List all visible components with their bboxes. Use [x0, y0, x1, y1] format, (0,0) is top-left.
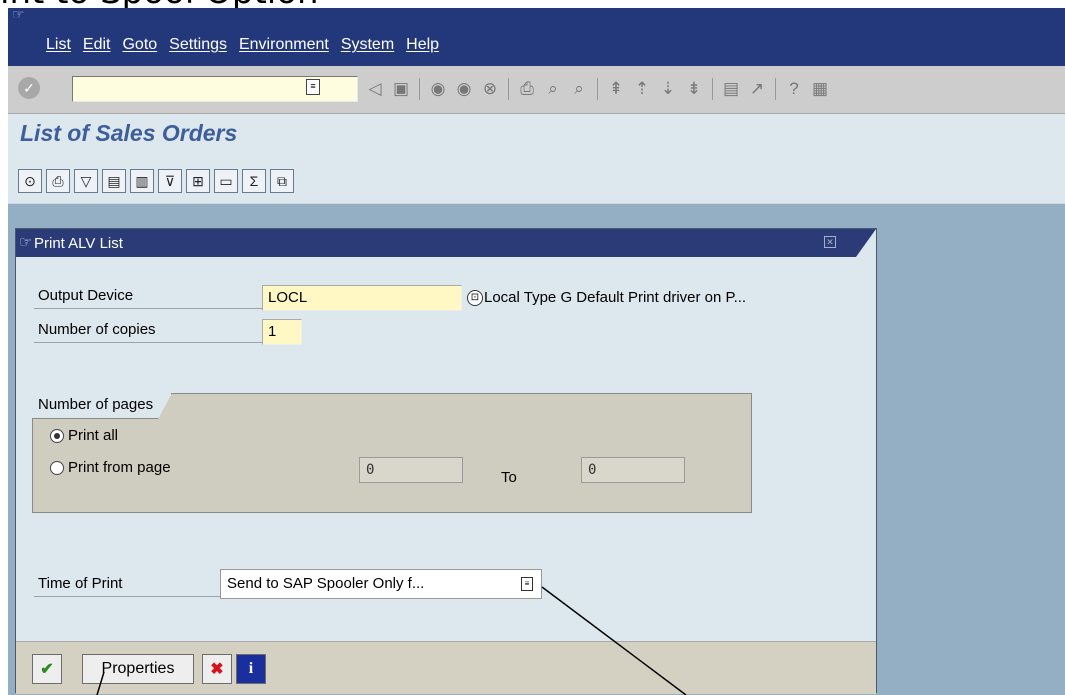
output-device-description: Local Type G Default Print driver on P..…: [484, 289, 747, 306]
enter-button[interactable]: ✓: [18, 77, 40, 99]
last-page-icon[interactable]: ⇟: [681, 76, 707, 102]
details-icon[interactable]: ⊙: [18, 169, 42, 193]
slide-title: int to Spool Option: [0, 0, 319, 9]
print-dialog: ☞ Print ALV List ✕ Output Device LOCL ⊡ …: [15, 228, 877, 694]
menu: List Edit Goto Settings Environment Syst…: [46, 35, 439, 55]
print-all-radio[interactable]: [50, 429, 64, 443]
export-icon[interactable]: ▤: [102, 169, 126, 193]
back-arrow-icon[interactable]: ◁: [362, 76, 388, 102]
find-next-icon[interactable]: ⌕: [566, 76, 592, 102]
page-title: List of Sales Orders: [20, 120, 238, 146]
toolbar-icons: ◁ ▣ ◉ ◉ ⊗ ⎙ ⌕ ⌕ ⇞ ⇡ ⇣ ⇟ ▤ ↗ ? ▦: [362, 76, 833, 102]
window-menu-icon[interactable]: ☞: [12, 8, 25, 23]
previous-page-icon[interactable]: ⇡: [629, 76, 655, 102]
save-icon[interactable]: ▣: [388, 76, 414, 102]
number-of-pages-group: Number of pages: [32, 393, 752, 513]
toolbar-separator: [419, 78, 420, 100]
toolbar-separator: [597, 78, 598, 100]
sort-icon[interactable]: ▭: [214, 169, 238, 193]
exit-icon[interactable]: ◉: [451, 76, 477, 102]
back-icon[interactable]: ◉: [425, 76, 451, 102]
toolbar-separator: [775, 78, 776, 100]
print-preview-icon[interactable]: ⎙: [46, 169, 70, 193]
properties-label: Properties: [101, 660, 175, 677]
cancel-button[interactable]: ✖: [202, 654, 232, 684]
print-from-radio[interactable]: [50, 461, 64, 475]
time-of-print-select[interactable]: Send to SAP Spooler Only f... ≡: [220, 569, 542, 599]
new-session-icon[interactable]: ▤: [718, 76, 744, 102]
time-of-print-value: Send to SAP Spooler Only f...: [227, 575, 425, 592]
output-device-label: Output Device: [34, 285, 264, 309]
layout-icon[interactable]: ▥: [130, 169, 154, 193]
layout-menu-icon[interactable]: ▦: [807, 76, 833, 102]
properties-button[interactable]: Properties: [82, 654, 194, 684]
title-area: List of Sales Orders: [8, 114, 1065, 158]
abc-analysis-icon[interactable]: ⧉: [270, 169, 294, 193]
menu-list[interactable]: List: [46, 35, 71, 55]
copies-label: Number of copies: [34, 319, 264, 343]
dialog-title-bar: ☞ Print ALV List ✕: [16, 229, 876, 257]
menu-settings[interactable]: Settings: [169, 35, 227, 55]
dropdown-icon[interactable]: ≡: [521, 577, 533, 591]
to-page-input[interactable]: 0: [581, 457, 685, 483]
sum-icon[interactable]: Σ: [242, 169, 266, 193]
from-page-input[interactable]: 0: [359, 457, 463, 483]
app-toolbar-icons: ⊙ ⎙ ▽ ▤ ▥ ⊽ ⊞ ▭ Σ ⧉: [18, 169, 294, 193]
continue-button[interactable]: ✔: [32, 654, 62, 684]
toolbar-separator: [508, 78, 509, 100]
menu-edit[interactable]: Edit: [83, 35, 111, 55]
sap-window: ☞ List Edit Goto Settings Environment Sy…: [8, 8, 1065, 695]
info-button[interactable]: i: [236, 654, 266, 684]
filter-set-icon[interactable]: ▽: [74, 169, 98, 193]
dialog-title: Print ALV List: [34, 235, 123, 252]
toolbar-separator: [712, 78, 713, 100]
menu-goto[interactable]: Goto: [122, 35, 157, 55]
find-icon[interactable]: ⌕: [540, 76, 566, 102]
dialog-footer: ✔ Properties ✖ i: [16, 641, 876, 694]
next-page-icon[interactable]: ⇣: [655, 76, 681, 102]
output-device-input[interactable]: LOCL: [262, 285, 462, 311]
menu-system[interactable]: System: [341, 35, 394, 55]
help-icon[interactable]: ?: [781, 76, 807, 102]
menu-bar: ☞ List Edit Goto Settings Environment Sy…: [8, 8, 1065, 66]
command-history-icon[interactable]: ≡: [306, 79, 320, 95]
filter-icon[interactable]: ⊽: [158, 169, 182, 193]
subtotal-icon[interactable]: ⊞: [186, 169, 210, 193]
close-icon[interactable]: ✕: [824, 236, 836, 248]
shortcut-icon[interactable]: ↗: [744, 76, 770, 102]
print-all-label: Print all: [68, 427, 119, 444]
application-toolbar: ⊙ ⎙ ▽ ▤ ▥ ⊽ ⊞ ▭ Σ ⧉: [8, 158, 1065, 204]
print-icon[interactable]: ⎙: [514, 76, 540, 102]
to-label: To: [501, 469, 517, 486]
device-info-icon[interactable]: ⊡: [467, 290, 483, 306]
cancel-icon[interactable]: ⊗: [477, 76, 503, 102]
dialog-menu-icon[interactable]: ☞: [19, 233, 32, 251]
pages-group-label: Number of pages: [32, 393, 172, 419]
menu-environment[interactable]: Environment: [239, 35, 329, 55]
copies-input[interactable]: 1: [262, 319, 302, 345]
first-page-icon[interactable]: ⇞: [603, 76, 629, 102]
menu-help[interactable]: Help: [406, 35, 439, 55]
standard-toolbar: ✓ ≡ ◁ ▣ ◉ ◉ ⊗ ⎙ ⌕ ⌕ ⇞ ⇡ ⇣ ⇟ ▤ ↗ ? ▦: [8, 66, 1065, 114]
print-from-label: Print from page: [68, 459, 171, 476]
